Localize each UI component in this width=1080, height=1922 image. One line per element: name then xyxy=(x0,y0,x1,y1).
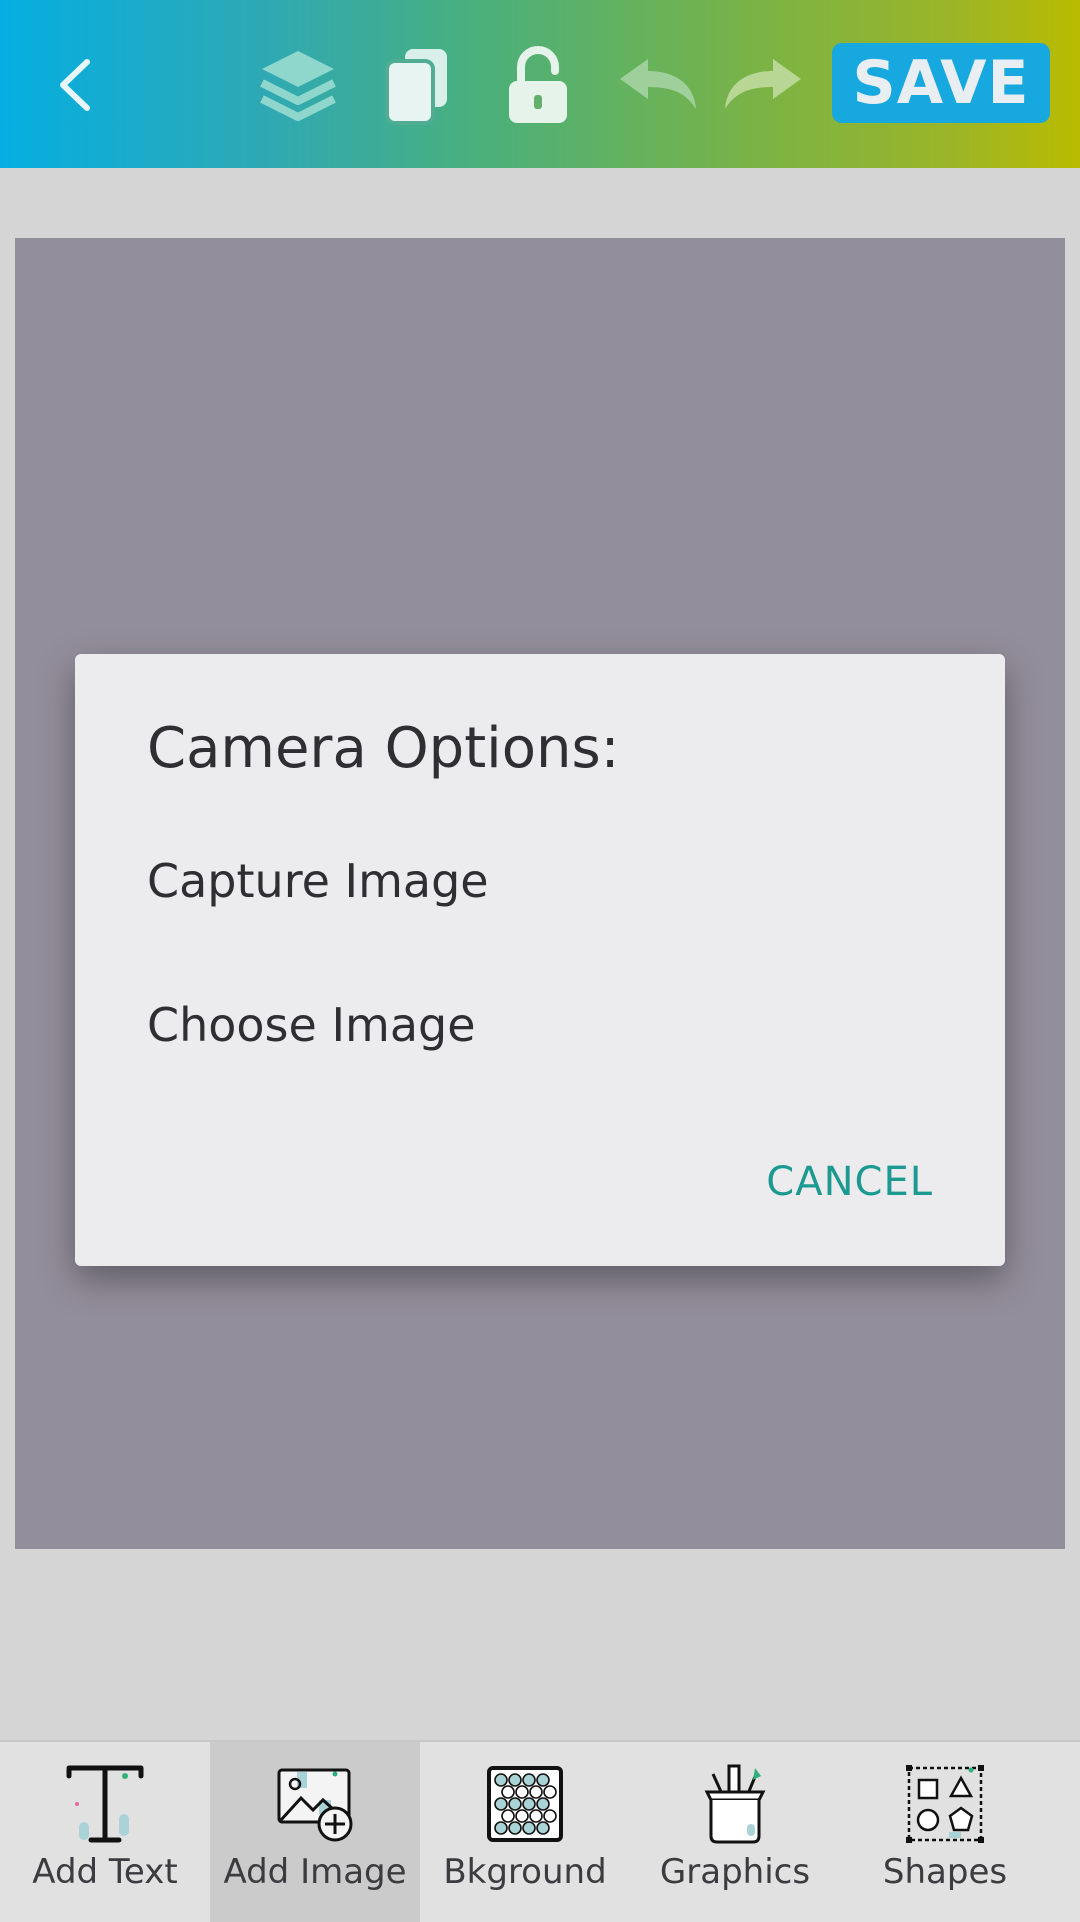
tool-background[interactable]: Bkground xyxy=(420,1742,630,1922)
pencil-cup-icon xyxy=(704,1764,766,1844)
tool-graphics[interactable]: Graphics xyxy=(630,1742,840,1922)
top-toolbar: SAVE xyxy=(0,0,1080,168)
tool-add-text[interactable]: Add Text xyxy=(0,1742,210,1922)
camera-options-dialog: Camera Options: Capture Image Choose Ima… xyxy=(75,654,1005,1266)
undo-icon xyxy=(620,59,696,109)
redo-button[interactable] xyxy=(718,40,808,130)
tool-label: Bkground xyxy=(443,1852,607,1892)
copy-icon xyxy=(385,49,447,125)
back-button[interactable] xyxy=(30,40,120,130)
background-pattern-icon xyxy=(487,1766,563,1842)
duplicate-button[interactable] xyxy=(373,40,463,130)
tool-shapes[interactable]: Shapes xyxy=(840,1742,1050,1922)
dialog-title: Camera Options: xyxy=(147,716,620,781)
undo-button[interactable] xyxy=(613,40,703,130)
layers-icon xyxy=(260,51,336,121)
lock-button[interactable] xyxy=(493,40,583,130)
tool-label: Shapes xyxy=(882,1852,1008,1892)
text-icon xyxy=(66,1765,144,1843)
tool-label: Add Image xyxy=(223,1852,407,1892)
tool-add-image[interactable]: Add Image xyxy=(210,1742,420,1922)
chevron-left-icon xyxy=(60,59,90,111)
shapes-icon xyxy=(906,1765,984,1843)
capture-image-option[interactable]: Capture Image xyxy=(147,854,489,908)
add-image-icon xyxy=(277,1768,353,1842)
save-button[interactable]: SAVE xyxy=(832,43,1050,123)
choose-image-option[interactable]: Choose Image xyxy=(147,998,476,1052)
tool-label: Graphics xyxy=(659,1852,811,1892)
bottom-toolbar: Add Text Add Image Bkground Graphics Sha… xyxy=(0,1740,1080,1922)
layers-button[interactable] xyxy=(253,40,343,130)
tool-label: Add Text xyxy=(32,1852,178,1892)
cancel-button[interactable]: CANCEL xyxy=(766,1159,933,1205)
redo-icon xyxy=(725,59,801,109)
unlock-icon xyxy=(509,46,567,123)
